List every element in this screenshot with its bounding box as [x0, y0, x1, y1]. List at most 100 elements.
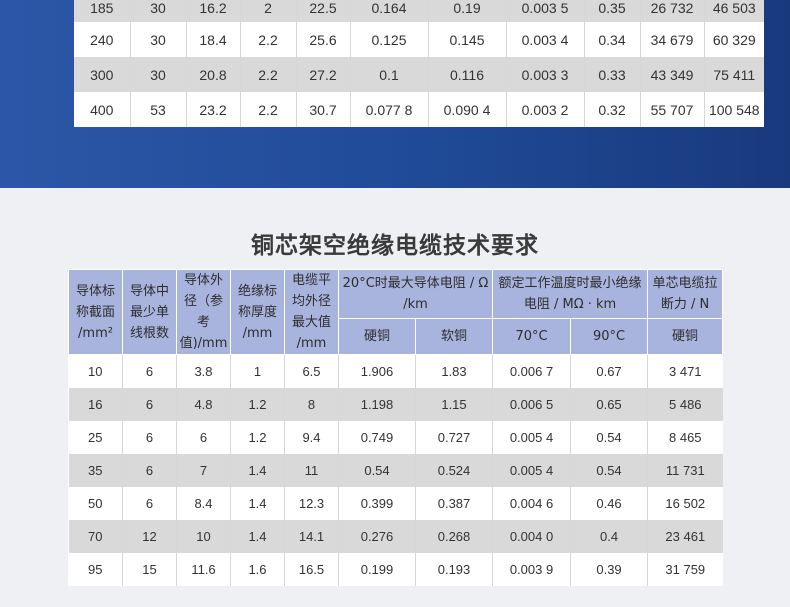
table-cell: 5 486	[647, 387, 723, 421]
table-cell: 0.727	[415, 420, 494, 454]
subheader-70c: 70°C	[492, 318, 572, 355]
table-cell: 34 679	[640, 22, 705, 57]
table-row: 300 30 20.8 2.2 27.2 0.1 0.116 0.003 3 0.33 43 34…	[74, 57, 764, 92]
table-cell: 0.003 9	[492, 552, 572, 586]
table-cell: 0.4	[570, 519, 649, 553]
table-cell: 75 411	[704, 57, 764, 92]
table-cell: 11.6	[176, 552, 231, 586]
table-cell: 0.003 2	[506, 92, 585, 127]
table-cell: 0.004 6	[492, 486, 572, 520]
table-cell: 9.4	[284, 420, 339, 454]
table-cell: 0.199	[338, 552, 416, 586]
table-cell: 7	[176, 453, 231, 487]
table-cell: 0.125	[350, 22, 429, 57]
table-cell: 1.2	[230, 387, 285, 421]
table-row: 240 30 18.4 2.2 25.6 0.125 0.145 0.003 4 0.34 34 …	[74, 22, 764, 57]
table-cell: 6	[122, 420, 177, 454]
header-tensile-force: 单芯电缆拉 断力 / N	[647, 269, 724, 319]
table-cell: 11 731	[647, 453, 723, 487]
table-cell: 1.6	[230, 552, 285, 586]
table-cell: 6	[122, 453, 177, 487]
table-cell: 46 503	[704, 0, 764, 22]
table-cell: 0.145	[428, 22, 507, 57]
table-cell: 2.2	[240, 92, 297, 127]
table-cell: 240	[74, 22, 131, 57]
table-cell: 20.8	[186, 57, 241, 92]
table-cell: 16.2	[186, 0, 241, 22]
header-min-wire-count: 导体中 最少单 线根数	[122, 269, 177, 355]
table-cell: 43 349	[640, 57, 705, 92]
table-cell: 23 461	[647, 519, 723, 553]
table-cell: 0.54	[570, 420, 649, 454]
table-cell: 0.004 0	[492, 519, 572, 553]
table-cell: 0.116	[428, 57, 507, 92]
table-cell: 0.54	[570, 453, 649, 487]
table-cell: 14.1	[284, 519, 339, 553]
table-cell: 0.1	[350, 57, 429, 92]
table-cell: 25	[68, 420, 123, 454]
table-cell: 1.906	[338, 354, 416, 388]
table-cell: 18.4	[186, 22, 241, 57]
table-cell: 2	[240, 0, 297, 22]
table-cell: 35	[68, 453, 123, 487]
table-cell: 0.003 4	[506, 22, 585, 57]
table-cell: 1	[230, 354, 285, 388]
table-cell: 0.35	[584, 0, 641, 22]
table-cell: 0.749	[338, 420, 416, 454]
table-cell: 1.4	[230, 486, 285, 520]
table-row: 95 15 11.6 1.6 16.5 0.199 0.193 0.003 9 0.39 31 7…	[68, 552, 723, 586]
table-cell: 1.83	[415, 354, 494, 388]
table-cell: 2.2	[240, 57, 297, 92]
table-cell: 185	[74, 0, 131, 22]
table-cell: 0.164	[350, 0, 429, 22]
table-cell: 0.46	[570, 486, 649, 520]
table-row: 25 6 6 1.2 9.4 0.749 0.727 0.005 4 0.54 8 465	[68, 420, 723, 454]
header-insulation-thickness: 绝缘标 称厚度/mm	[230, 269, 285, 355]
table-cell: 3.8	[176, 354, 231, 388]
table-cell: 1.15	[415, 387, 494, 421]
table-row: 50 6 8.4 1.4 12.3 0.399 0.387 0.004 6 0.46 16 502	[68, 486, 723, 520]
table-cell: 1.198	[338, 387, 416, 421]
table-cell: 0.33	[584, 57, 641, 92]
table-cell: 15	[122, 552, 177, 586]
table-cell: 50	[68, 486, 123, 520]
table-cell: 0.32	[584, 92, 641, 127]
table-cell: 0.67	[570, 354, 649, 388]
table-cell: 1.4	[230, 519, 285, 553]
table-cell: 0.268	[415, 519, 494, 553]
table-cell: 8	[284, 387, 339, 421]
subheader-hard-copper: 硬铜	[338, 318, 416, 355]
table-cell: 8.4	[176, 486, 231, 520]
table-cell: 22.5	[296, 0, 351, 22]
table-cell: 0.005 4	[492, 420, 572, 454]
table-cell: 16	[68, 387, 123, 421]
table-cell: 53	[130, 92, 187, 127]
table-cell: 26 732	[640, 0, 705, 22]
header-conductor-diameter: 导体外 径（参考 值)/mm	[176, 269, 231, 355]
table-cell: 60 329	[712, 31, 756, 48]
header-max-outer-diameter: 电缆平 均外径 最大值/mm	[284, 269, 339, 355]
section-title: 铜芯架空绝缘电缆技术要求	[251, 233, 539, 259]
table-cell: 12.3	[284, 486, 339, 520]
table-cell: 3 471	[669, 363, 702, 379]
table-cell: 27.2	[296, 57, 351, 92]
table-cell: 0.003 5	[506, 0, 585, 22]
table-cell: 6	[122, 354, 177, 388]
table-row: 10 6 3.8 1 6.5 1.906 1.83 0.006 7 0.67 3 471	[68, 354, 723, 388]
table-cell: 30	[130, 0, 187, 22]
table-cell: 1.4	[230, 453, 285, 487]
table-cell: 10	[68, 354, 123, 388]
table-cell: 0.006 7	[492, 354, 572, 388]
header-min-insulation-resistance: 额定工作温度时最小绝缘 电阻 / MΩ · km	[492, 269, 649, 319]
table-cell: 400	[74, 92, 131, 127]
table-cell: 25.6	[296, 22, 351, 57]
table-cell: 0.19	[428, 0, 507, 22]
table-cell: 100 548	[708, 101, 760, 118]
table-cell: 0.399	[338, 486, 416, 520]
table-cell: 23.2	[186, 92, 241, 127]
table-cell: 2.2	[240, 22, 297, 57]
table-row: 35 6 7 1.4 11 0.54 0.524 0.005 4 0.54 11 731	[68, 453, 723, 487]
table-cell: 55 707	[640, 92, 705, 127]
table-cell: 70	[68, 519, 123, 553]
table-cell: 0.54	[338, 453, 416, 487]
